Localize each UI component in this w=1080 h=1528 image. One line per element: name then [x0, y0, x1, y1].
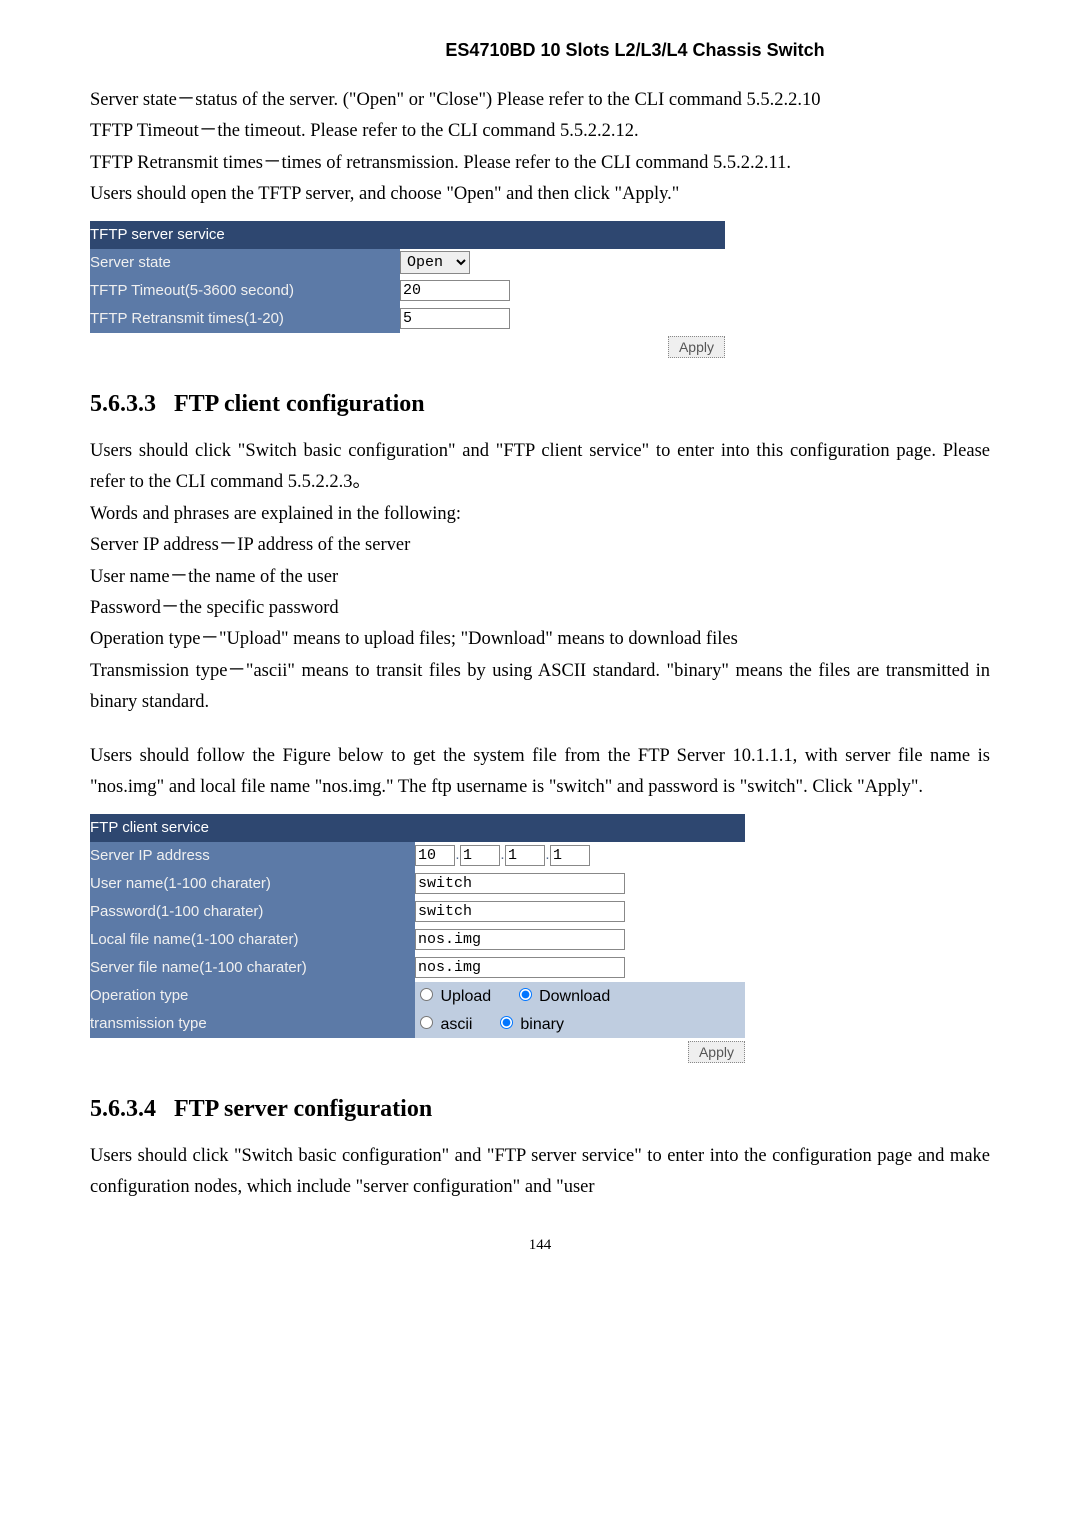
section-5-6-3-3-num: 5.6.3.3	[90, 391, 156, 417]
intro-p1: Server state－status of the server. ("Ope…	[90, 85, 990, 116]
section-5-6-3-3-title: FTP client configuration	[174, 391, 425, 417]
tftp-server-widget: TFTP server service Server state Open TF…	[90, 221, 990, 361]
ftp-ip-a[interactable]	[415, 845, 455, 866]
ftp-ip-label: Server IP address	[90, 842, 415, 870]
sec5633-p3: Server IP address－IP address of the serv…	[90, 530, 990, 561]
ftp-op-download[interactable]: Download	[514, 988, 611, 1005]
tftp-state-label: Server state	[90, 249, 400, 277]
section-5-6-3-4-num: 5.6.3.4	[90, 1096, 156, 1122]
page-header-title: ES4710BD 10 Slots L2/L3/L4 Chassis Switc…	[280, 40, 990, 61]
sec5633-p6: Operation type－"Upload" means to upload …	[90, 624, 990, 655]
sec5634-p1: Users should click "Switch basic configu…	[90, 1141, 990, 1204]
sec5633-p5: Password－the specific password	[90, 593, 990, 624]
sec5633-p2: Words and phrases are explained in the f…	[90, 499, 990, 530]
ftp-pass-label: Password(1-100 charater)	[90, 898, 415, 926]
tftp-timeout-input[interactable]	[400, 280, 510, 301]
section-5-6-3-4-heading: 5.6.3.4 FTP server configuration	[90, 1096, 990, 1123]
tftp-state-select[interactable]: Open	[400, 251, 470, 274]
ftp-ip-c[interactable]	[505, 845, 545, 866]
tftp-retrans-input[interactable]	[400, 308, 510, 329]
ftp-user-input[interactable]	[415, 873, 625, 894]
ftp-client-widget: FTP client service Server IP address ...…	[90, 814, 990, 1066]
intro-p3: TFTP Retransmit times－times of retransmi…	[90, 148, 990, 179]
sec5633-p8: Users should follow the Figure below to …	[90, 741, 990, 804]
ftpclient-title: FTP client service	[90, 814, 745, 842]
sec5633-p1: Users should click "Switch basic configu…	[90, 436, 990, 499]
intro-p4: Users should open the TFTP server, and c…	[90, 179, 990, 210]
ftp-server-label: Server file name(1-100 charater)	[90, 954, 415, 982]
ftp-tx-binary[interactable]: binary	[495, 1016, 564, 1033]
intro-p2: TFTP Timeout－the timeout. Please refer t…	[90, 116, 990, 147]
tftp-apply-button[interactable]: Apply	[668, 336, 725, 358]
section-5-6-3-3-heading: 5.6.3.3 FTP client configuration	[90, 391, 990, 418]
tftp-timeout-label: TFTP Timeout(5-3600 second)	[90, 277, 400, 305]
ftp-tx-label: transmission type	[90, 1010, 415, 1038]
ftp-server-input[interactable]	[415, 957, 625, 978]
ftp-local-input[interactable]	[415, 929, 625, 950]
ftp-user-label: User name(1-100 charater)	[90, 870, 415, 898]
ftp-ip-b[interactable]	[460, 845, 500, 866]
ftp-op-label: Operation type	[90, 982, 415, 1010]
ftp-local-label: Local file name(1-100 charater)	[90, 926, 415, 954]
sec5633-p4: User name－the name of the user	[90, 562, 990, 593]
page-number: 144	[90, 1237, 990, 1254]
section-5-6-3-4-title: FTP server configuration	[174, 1096, 432, 1122]
tftp-title: TFTP server service	[90, 221, 725, 249]
ftp-ip-d[interactable]	[550, 845, 590, 866]
ftpclient-apply-button[interactable]: Apply	[688, 1041, 745, 1063]
ftp-tx-ascii[interactable]: ascii	[415, 1016, 472, 1033]
ftp-pass-input[interactable]	[415, 901, 625, 922]
sec5633-p7: Transmission type－"ascii" means to trans…	[90, 656, 990, 719]
tftp-retrans-label: TFTP Retransmit times(1-20)	[90, 305, 400, 333]
ftp-op-upload[interactable]: Upload	[415, 988, 491, 1005]
